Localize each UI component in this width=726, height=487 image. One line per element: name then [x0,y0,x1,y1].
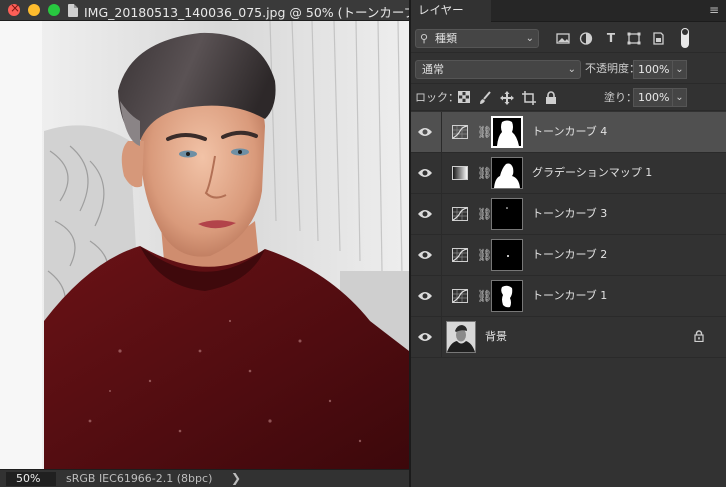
layer-row[interactable]: ⛓ グラデーションマップ 1 [411,153,726,194]
lock-position-move-icon[interactable] [500,91,514,105]
layers-panel: レイヤー ≡ ⚲ 種類 ⌄ T 通常 ⌄ 不透明度： 100% ⌄ ロック： 塗… [411,0,726,487]
opacity-input[interactable]: 100% [633,60,673,79]
panel-tab-bar: レイヤー ≡ [411,0,726,22]
adjustment-filter-icon[interactable] [579,32,593,45]
eye-visibility-icon[interactable] [417,290,433,302]
curves-adjustment-icon [452,125,468,139]
lock-all-icon[interactable] [544,91,558,105]
layer-row[interactable]: ⛓ トーンカーブ 2 [411,235,726,276]
layer-mask-thumbnail[interactable] [491,116,523,148]
eye-visibility-icon[interactable] [417,126,433,138]
close-window-button[interactable] [8,1,20,16]
photo-artwork [0,21,409,469]
minimize-window-button[interactable] [28,4,40,16]
mask-link-chain-icon[interactable]: ⛓ [477,207,492,221]
divider [441,235,442,275]
fill-input[interactable]: 100% [633,88,673,107]
layer-name[interactable]: グラデーションマップ 1 [532,166,652,180]
layer-name[interactable]: トーンカーブ 3 [532,207,607,221]
curves-adjustment-icon [452,289,468,303]
layer-name[interactable]: トーンカーブ 1 [532,289,607,303]
zoom-level-field[interactable]: 50% [6,472,56,486]
divider [441,112,442,152]
tab-layers[interactable]: レイヤー [411,0,491,22]
divider [441,153,442,193]
layer-name[interactable]: 背景 [485,330,507,344]
divider [441,276,442,316]
layer-row[interactable]: 背景 [411,317,726,358]
layer-filter-row: ⚲ 種類 ⌄ T [411,23,726,53]
lock-label: ロック： [415,91,459,104]
layer-name[interactable]: トーンカーブ 2 [532,248,607,262]
layer-mask-thumbnail[interactable] [491,157,523,189]
gradient-map-adjustment-icon [452,166,468,180]
opacity-label: 不透明度： [585,62,640,75]
shape-filter-icon[interactable] [627,32,641,45]
curves-adjustment-icon [452,248,468,262]
mask-link-chain-icon[interactable]: ⛓ [477,125,492,139]
chevron-down-icon: ⌄ [525,33,534,44]
opacity-dropdown-chevron-icon[interactable]: ⌄ [673,60,687,79]
layer-name[interactable]: トーンカーブ 4 [532,125,607,139]
type-filter-icon[interactable]: T [604,32,618,45]
fill-dropdown-chevron-icon[interactable]: ⌄ [673,88,687,107]
color-profile-label: sRGB IEC61966-2.1 (8bpc) [66,472,213,485]
layer-mask-thumbnail[interactable] [491,280,523,312]
divider [441,194,442,234]
lock-artboard-crop-icon[interactable] [522,91,536,105]
status-menu-arrow-icon[interactable]: ❯ [231,471,241,485]
document-title-bar[interactable]: IMG_20180513_140036_075.jpg @ 50% (トーンカー… [0,0,409,21]
panel-menu-icon[interactable]: ≡ [708,3,720,17]
smart-object-filter-icon[interactable] [651,32,665,45]
lock-image-pixels-brush-icon[interactable] [478,91,492,105]
image-filter-icon[interactable] [556,32,570,45]
curves-adjustment-icon [452,207,468,221]
lock-transparent-pixels-icon[interactable] [457,91,471,105]
eye-visibility-icon[interactable] [417,249,433,261]
blend-mode-value: 通常 [422,63,444,76]
eye-visibility-icon[interactable] [417,167,433,179]
layer-row[interactable]: ⛓ トーンカーブ 3 [411,194,726,235]
document-status-bar: 50% sRGB IEC61966-2.1 (8bpc) ❯ [0,469,409,487]
chevron-down-icon: ⌄ [567,64,576,75]
layer-lock-icon[interactable] [694,330,704,342]
filter-toggle-switch[interactable] [681,28,689,48]
layer-mask-thumbnail[interactable] [491,239,523,271]
layer-row[interactable]: ⛓ トーンカーブ 1 [411,276,726,317]
document-window: IMG_20180513_140036_075.jpg @ 50% (トーンカー… [0,0,409,487]
eye-visibility-icon[interactable] [417,208,433,220]
divider [441,317,442,357]
image-canvas[interactable] [0,21,409,469]
lock-row: ロック： 塗り： 100% ⌄ [411,85,726,111]
zoom-window-button[interactable] [48,4,60,16]
filter-kind-select[interactable]: ⚲ 種類 ⌄ [415,29,539,48]
mask-link-chain-icon[interactable]: ⛓ [477,166,492,180]
filter-kind-label: 種類 [435,32,457,45]
search-icon: ⚲ [420,32,429,45]
eye-visibility-icon[interactable] [417,331,433,343]
layer-image-thumbnail[interactable] [446,321,476,353]
document-title: IMG_20180513_140036_075.jpg @ 50% (トーンカー… [84,5,409,20]
blend-row: 通常 ⌄ 不透明度： 100% ⌄ [411,54,726,84]
mask-link-chain-icon[interactable]: ⛓ [477,289,492,303]
layer-row[interactable]: ⛓ トーンカーブ 4 [411,112,726,153]
mask-link-chain-icon[interactable]: ⛓ [477,248,492,262]
blend-mode-select[interactable]: 通常 ⌄ [415,60,581,79]
layer-mask-thumbnail[interactable] [491,198,523,230]
document-file-icon [68,4,78,17]
